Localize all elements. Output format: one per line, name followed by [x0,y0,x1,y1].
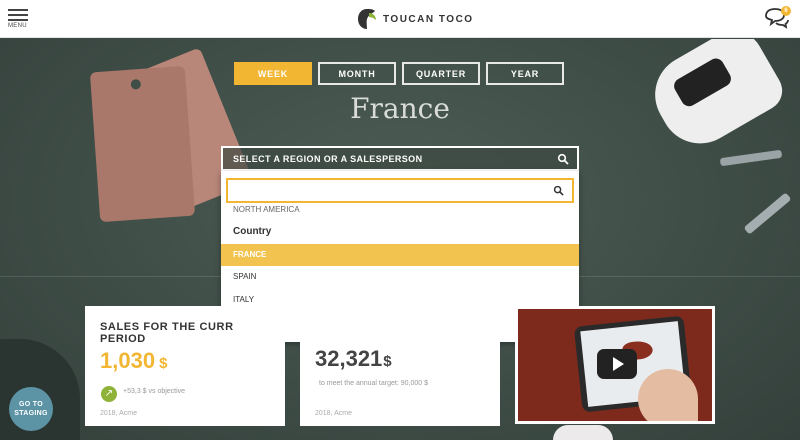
hamburger-icon [8,9,28,11]
dropdown-group-label: Country [233,226,272,237]
dropdown-option-france[interactable]: FRANCE [221,244,579,266]
period-month-button[interactable]: MONTH [318,62,396,85]
hamburger-icon-bar [8,19,28,21]
hand-image [638,369,698,421]
tag-hole [130,78,142,90]
sales-card-title: SALES FOR THE CURR PERIOD [100,321,233,345]
page-title: France [350,92,450,125]
sales-value-unit: $ [159,355,168,372]
staging-button-line2: STAGING [14,410,48,417]
target-value-unit: $ [383,353,392,370]
top-bar: MENU TOUCAN TOCO 6 [0,0,800,38]
period-selector: WEEK MONTH QUARTER YEAR [234,62,570,85]
go-to-staging-button[interactable]: GO TO STAGING [9,387,53,431]
sales-value-number: 1,030 [100,348,156,373]
video-card[interactable] [515,306,715,424]
key-image [743,192,792,235]
target-value-number: 32,321 [315,346,383,371]
hamburger-icon-bar [8,14,28,16]
period-week-button[interactable]: WEEK [234,62,312,85]
dropdown-option-north-america[interactable]: NORTH AMERICA [221,203,579,215]
search-icon [557,153,569,165]
sales-value: 1,030 $ [100,348,167,374]
trend-up-icon: ↗ [101,386,117,402]
sales-card-footer: 2018, Acme [100,410,137,417]
notification-badge: 6 [781,6,791,16]
dropdown-search-input[interactable] [234,183,534,198]
car-window [671,55,734,110]
menu-label: MENU [8,23,27,29]
background-object [553,425,613,440]
sales-card-title-line2: PERIOD [100,333,146,345]
sales-card[interactable]: SALES FOR THE CURR PERIOD 1,030 $ ↗ +53,3… [85,306,285,426]
dropdown-option-spain[interactable]: SPAIN [221,267,579,287]
target-card-footer: 2018, Acme [315,410,352,417]
sales-objective-text: +53,3 $ vs objective [123,388,186,395]
dropdown-search [226,178,574,203]
target-note: to meet the annual target: 90,000 $ [319,380,428,387]
target-card[interactable]: 32,321$ to meet the annual target: 90,00… [300,306,500,426]
search-icon [553,185,564,196]
sales-card-title-line1: SALES FOR THE CURR [100,321,234,333]
toucan-logo-icon [358,9,376,29]
period-year-button[interactable]: YEAR [486,62,564,85]
period-quarter-button[interactable]: QUARTER [402,62,480,85]
price-tag-image [89,65,196,223]
key-image [719,149,783,167]
video-thumbnail[interactable] [518,309,712,421]
menu-button[interactable]: MENU [8,9,30,33]
brand[interactable]: TOUCAN TOCO [357,8,474,30]
toy-car-image [640,39,790,158]
target-value: 32,321$ [315,346,392,372]
brand-name: TOUCAN TOCO [383,13,474,25]
region-select[interactable]: SELECT A REGION OR A SALESPERSON [221,146,579,171]
region-select-label: SELECT A REGION OR A SALESPERSON [233,153,423,164]
staging-button-line1: GO TO [19,401,43,408]
play-icon[interactable] [597,349,637,379]
chat-button[interactable]: 6 [764,6,792,32]
